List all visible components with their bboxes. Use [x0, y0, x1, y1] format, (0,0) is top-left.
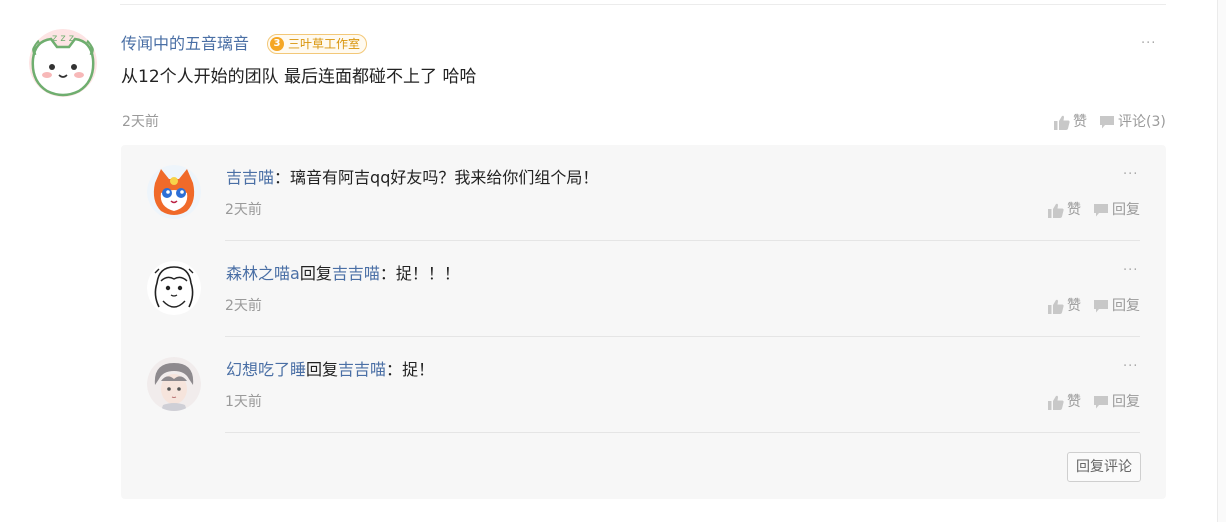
post-like-button[interactable]: 赞: [1054, 113, 1087, 131]
reply-item: 幻想吃了睡回复吉吉喵：捉！ ··· 1天前 赞 回复: [121, 337, 1166, 433]
reply-like-label: 赞: [1067, 202, 1081, 218]
thumbs-up-icon: [1048, 299, 1064, 314]
scrollbar-track[interactable]: [1217, 0, 1226, 522]
reply-separator: ：: [379, 264, 396, 283]
reply-icon: [1094, 395, 1108, 408]
reply-text: 捉！: [402, 360, 435, 379]
reply-reply-button[interactable]: 回复: [1093, 393, 1140, 411]
reply-text-line: 吉吉喵：璃音有阿吉qq好友吗？我来给你们组个局！: [226, 167, 598, 189]
post-like-label: 赞: [1073, 114, 1087, 130]
studio-badge[interactable]: 3 三叶草工作室: [267, 34, 368, 54]
reply-reply-label: 回复: [1112, 298, 1140, 314]
reply-like-button[interactable]: 赞: [1048, 201, 1081, 219]
reply-word: 回复: [306, 360, 339, 379]
reply-separator: ：: [274, 168, 291, 187]
reply-text-line: 幻想吃了睡回复吉吉喵：捉！: [226, 359, 434, 381]
thumbs-up-icon: [1048, 203, 1064, 218]
post-author-avatar[interactable]: z z z: [29, 29, 97, 97]
reply-separator: ：: [386, 360, 403, 379]
post-comment-button[interactable]: 评论(3): [1099, 113, 1166, 131]
reply-author-avatar[interactable]: [147, 165, 201, 219]
reply-item: 吉吉喵：璃音有阿吉qq好友吗？我来给你们组个局！ ··· 2天前 赞 回复: [121, 145, 1166, 241]
reply-author-name[interactable]: 吉吉喵: [226, 168, 274, 187]
post-more-icon[interactable]: ···: [1141, 37, 1156, 50]
reply-like-label: 赞: [1067, 394, 1081, 410]
line-art-girl-avatar-image: [147, 261, 201, 315]
comment-icon: [1100, 115, 1114, 128]
reply-word: 回复: [299, 264, 332, 283]
reply-panel: 吉吉喵：璃音有阿吉qq好友吗？我来给你们组个局！ ··· 2天前 赞 回复 森林…: [121, 145, 1166, 499]
reply-icon: [1094, 203, 1108, 216]
reply-time: 2天前: [225, 202, 262, 218]
post-content: 从12个人开始的团队 最后连面都碰不上了 哈哈: [121, 67, 477, 87]
reply-author-avatar[interactable]: [147, 357, 201, 411]
cat-cartoon-avatar-image: z z z: [29, 29, 97, 97]
thumbs-up-icon: [1048, 395, 1064, 410]
reply-author-name[interactable]: 幻想吃了睡: [226, 360, 306, 379]
post-comment-label: 评论(3): [1118, 114, 1166, 130]
reply-reply-button[interactable]: 回复: [1093, 201, 1140, 219]
reply-reply-label: 回复: [1112, 394, 1140, 410]
reply-comment-button[interactable]: 回复评论: [1067, 452, 1141, 482]
reply-more-icon[interactable]: ···: [1123, 168, 1138, 181]
reply-text-line: 森林之喵a回复吉吉喵：捉！！！: [226, 263, 460, 285]
orange-cat-mascot-avatar-image: [147, 165, 201, 219]
reply-reply-label: 回复: [1112, 202, 1140, 218]
reply-author-name[interactable]: 森林之喵a: [226, 264, 300, 283]
reply-more-icon[interactable]: ···: [1123, 264, 1138, 277]
post-time: 2天前: [122, 114, 159, 130]
top-divider: [120, 4, 1166, 5]
reply-time: 1天前: [225, 394, 262, 410]
reply-divider: [225, 432, 1140, 433]
post-author-name[interactable]: 传闻中的五音璃音: [121, 33, 249, 55]
reply-like-button[interactable]: 赞: [1048, 393, 1081, 411]
reply-icon: [1094, 299, 1108, 312]
svg-text:z z z: z z z: [52, 33, 74, 44]
reply-text: 璃音有阿吉qq好友吗？我来给你们组个局！: [290, 168, 599, 187]
badge-level-number: 3: [270, 37, 284, 51]
reply-like-label: 赞: [1067, 298, 1081, 314]
reply-like-button[interactable]: 赞: [1048, 297, 1081, 315]
reply-text: 捉！！！: [395, 264, 460, 283]
reply-item: 森林之喵a回复吉吉喵：捉！！！ ··· 2天前 赞 回复: [121, 241, 1166, 337]
reply-reply-button[interactable]: 回复: [1093, 297, 1140, 315]
reply-target-name[interactable]: 吉吉喵: [338, 360, 386, 379]
reply-time: 2天前: [225, 298, 262, 314]
badge-studio-name: 三叶草工作室: [288, 37, 361, 51]
reply-more-icon[interactable]: ···: [1123, 360, 1138, 373]
anime-boy-avatar-image: [147, 357, 201, 411]
thumbs-up-icon: [1054, 115, 1070, 130]
reply-target-name[interactable]: 吉吉喵: [332, 264, 380, 283]
reply-author-avatar[interactable]: [147, 261, 201, 315]
